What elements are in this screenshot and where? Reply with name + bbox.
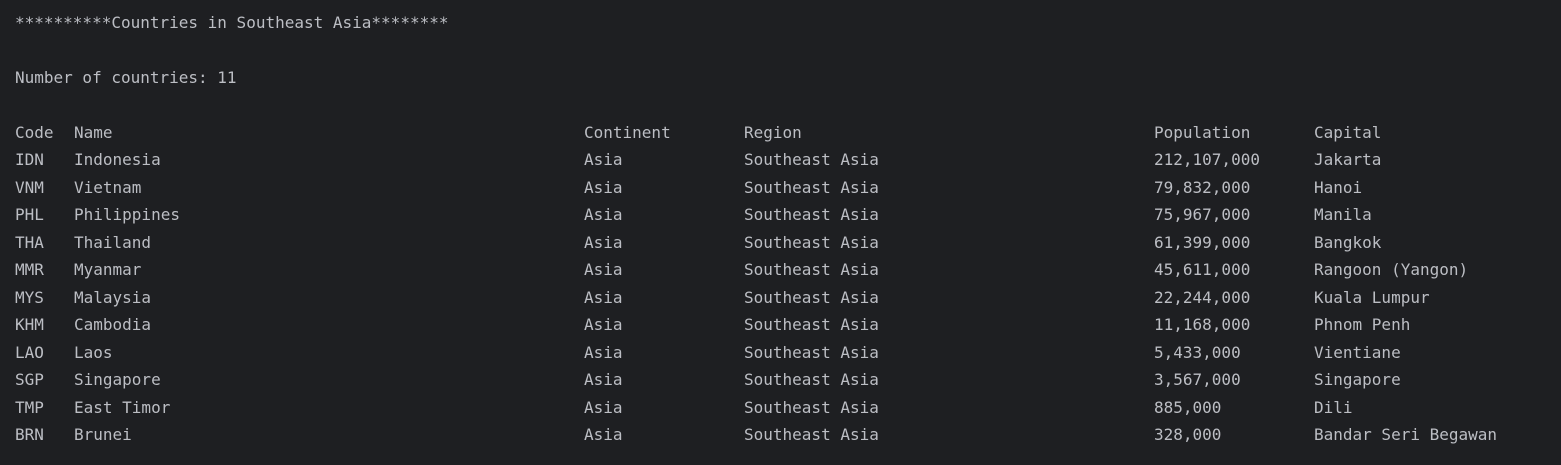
row-code: THA xyxy=(15,233,44,252)
row-region: Southeast Asia xyxy=(744,260,879,279)
row-region: Southeast Asia xyxy=(744,233,879,252)
row-continent: Asia xyxy=(584,288,623,307)
row-capital: Bandar Seri Begawan xyxy=(1314,425,1498,444)
row-code: MYS xyxy=(15,288,44,307)
row-population: 45,611,000 xyxy=(1154,260,1251,279)
row-population: 61,399,000 xyxy=(1154,233,1251,252)
row-capital: Hanoi xyxy=(1314,178,1363,197)
table-row: MYS Malaysia Asia Southeast Asia 22,244,… xyxy=(15,288,1430,308)
table-row: LAO Laos Asia Southeast Asia 5,433,000 V… xyxy=(15,343,1401,363)
row-continent: Asia xyxy=(584,233,623,252)
table-row: BRN Brunei Asia Southeast Asia 328,000 B… xyxy=(15,425,1497,445)
console-output[interactable]: **********Countries in Southeast Asia***… xyxy=(0,0,1561,465)
row-continent: Asia xyxy=(584,178,623,197)
row-region: Southeast Asia xyxy=(744,343,879,362)
header-region: Region xyxy=(744,123,802,142)
row-continent: Asia xyxy=(584,150,623,169)
row-population: 328,000 xyxy=(1154,425,1222,444)
header-code: Code xyxy=(15,123,54,142)
row-name: Indonesia xyxy=(74,150,161,169)
row-capital: Rangoon (Yangon) xyxy=(1314,260,1469,279)
row-code: IDN xyxy=(15,150,44,169)
row-code: MMR xyxy=(15,260,44,279)
table-row: PHL Philippines Asia Southeast Asia 75,9… xyxy=(15,205,1372,225)
table-row: THA Thailand Asia Southeast Asia 61,399,… xyxy=(15,233,1381,253)
row-population: 79,832,000 xyxy=(1154,178,1251,197)
country-count-line: Number of countries: 11 xyxy=(15,68,237,87)
row-name: Philippines xyxy=(74,205,180,224)
row-continent: Asia xyxy=(584,398,623,417)
row-population: 22,244,000 xyxy=(1154,288,1251,307)
row-population: 3,567,000 xyxy=(1154,370,1241,389)
row-name: Vietnam xyxy=(74,178,142,197)
row-name: Cambodia xyxy=(74,315,152,334)
row-name: East Timor xyxy=(74,398,171,417)
row-region: Southeast Asia xyxy=(744,150,879,169)
table-row: MMR Myanmar Asia Southeast Asia 45,611,0… xyxy=(15,260,1468,280)
row-capital: Vientiane xyxy=(1314,343,1401,362)
row-code: SGP xyxy=(15,370,44,389)
row-code: TMP xyxy=(15,398,44,417)
row-region: Southeast Asia xyxy=(744,288,879,307)
header-capital: Capital xyxy=(1314,123,1382,142)
table-row: SGP Singapore Asia Southeast Asia 3,567,… xyxy=(15,370,1401,390)
row-continent: Asia xyxy=(584,370,623,389)
row-capital: Bangkok xyxy=(1314,233,1382,252)
table-row: KHM Cambodia Asia Southeast Asia 11,168,… xyxy=(15,315,1410,335)
row-population: 11,168,000 xyxy=(1154,315,1251,334)
row-region: Southeast Asia xyxy=(744,178,879,197)
row-code: KHM xyxy=(15,315,44,334)
row-region: Southeast Asia xyxy=(744,370,879,389)
row-name: Laos xyxy=(74,343,113,362)
row-capital: Phnom Penh xyxy=(1314,315,1411,334)
row-code: BRN xyxy=(15,425,44,444)
row-capital: Singapore xyxy=(1314,370,1401,389)
row-capital: Dili xyxy=(1314,398,1353,417)
row-name: Thailand xyxy=(74,233,152,252)
header-population: Population xyxy=(1154,123,1251,142)
row-code: PHL xyxy=(15,205,44,224)
table-row: IDN Indonesia Asia Southeast Asia 212,10… xyxy=(15,150,1381,170)
row-population: 75,967,000 xyxy=(1154,205,1251,224)
row-region: Southeast Asia xyxy=(744,425,879,444)
row-name: Malaysia xyxy=(74,288,152,307)
table-row: VNM Vietnam Asia Southeast Asia 79,832,0… xyxy=(15,178,1362,198)
row-capital: Jakarta xyxy=(1314,150,1382,169)
row-continent: Asia xyxy=(584,205,623,224)
row-name: Singapore xyxy=(74,370,161,389)
row-continent: Asia xyxy=(584,260,623,279)
row-capital: Manila xyxy=(1314,205,1372,224)
row-population: 5,433,000 xyxy=(1154,343,1241,362)
row-capital: Kuala Lumpur xyxy=(1314,288,1430,307)
row-region: Southeast Asia xyxy=(744,315,879,334)
row-name: Myanmar xyxy=(74,260,142,279)
row-region: Southeast Asia xyxy=(744,205,879,224)
banner-line: **********Countries in Southeast Asia***… xyxy=(15,13,449,32)
table-header: Code Name Continent Region Population Ca… xyxy=(15,123,1381,143)
header-continent: Continent xyxy=(584,123,671,142)
row-continent: Asia xyxy=(584,425,623,444)
row-region: Southeast Asia xyxy=(744,398,879,417)
row-name: Brunei xyxy=(74,425,132,444)
row-code: VNM xyxy=(15,178,44,197)
row-population: 212,107,000 xyxy=(1154,150,1260,169)
table-row: TMP East Timor Asia Southeast Asia 885,0… xyxy=(15,398,1353,418)
row-continent: Asia xyxy=(584,343,623,362)
row-code: LAO xyxy=(15,343,44,362)
row-population: 885,000 xyxy=(1154,398,1222,417)
header-name: Name xyxy=(74,123,113,142)
row-continent: Asia xyxy=(584,315,623,334)
